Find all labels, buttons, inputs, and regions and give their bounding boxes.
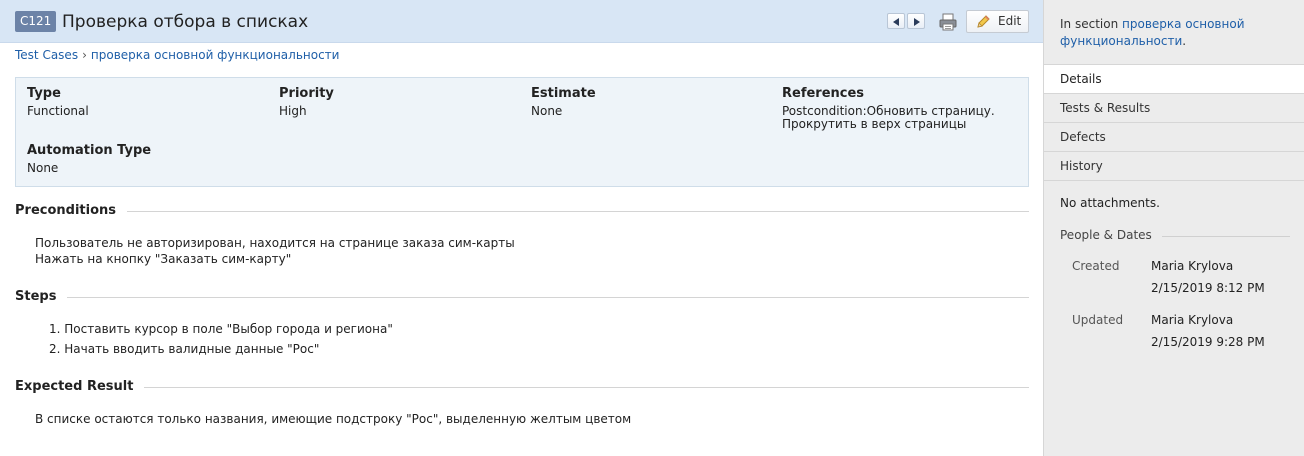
- field-estimate-label: Estimate: [531, 86, 596, 101]
- printer-icon: [939, 13, 957, 31]
- expected-result-header: Expected Result: [15, 379, 1029, 395]
- breadcrumb-separator: ›: [82, 48, 87, 62]
- preconditions-header: Preconditions: [15, 203, 1029, 219]
- updated-date: 2/15/2019 9:28 PM: [1151, 335, 1265, 349]
- people-dates-header: People & Dates: [1060, 227, 1290, 243]
- field-automation-type-label: Automation Type: [27, 143, 152, 158]
- next-case-button[interactable]: [907, 13, 925, 29]
- tabs-divider: [1044, 180, 1304, 181]
- step-item: 2. Начать вводить валидные данные "Рос": [49, 342, 320, 356]
- section-divider: [15, 211, 1029, 212]
- expected-result-text: В списке остаются только названия, имеющ…: [35, 412, 632, 426]
- preconditions-title: Preconditions: [15, 203, 128, 219]
- created-label: Created: [1072, 259, 1120, 273]
- edit-button-label: Edit: [998, 14, 1022, 28]
- field-priority-value: High: [279, 104, 307, 118]
- pencil-icon: [977, 15, 990, 28]
- title-bar: C121 Проверка отбора в списках Edit: [0, 0, 1043, 43]
- field-references-label: References: [782, 86, 865, 101]
- tab-details[interactable]: Details: [1044, 64, 1304, 93]
- section-link-line2: функциональности: [1060, 34, 1183, 48]
- fields-panel: Type Functional Priority High Estimate N…: [15, 77, 1029, 187]
- steps-header: Steps: [15, 289, 1029, 305]
- expected-result-title: Expected Result: [15, 379, 145, 395]
- main-content: C121 Проверка отбора в списках Edit Test…: [0, 0, 1043, 456]
- updated-label: Updated: [1072, 313, 1124, 327]
- breadcrumb-test-cases[interactable]: Test Cases: [15, 48, 78, 62]
- field-estimate-value: None: [531, 104, 563, 118]
- field-automation-type: Automation Type None: [27, 143, 151, 175]
- field-type: Type Functional: [27, 86, 89, 118]
- breadcrumb: Test Cases › проверка основной функциональ…: [15, 47, 339, 63]
- print-button[interactable]: [938, 12, 958, 32]
- case-id-badge: C121: [15, 11, 57, 32]
- page-title: Проверка отбора в списках: [62, 12, 309, 32]
- section-info: In section проверка основной функциональн…: [1060, 16, 1290, 50]
- section-divider: [15, 297, 1029, 298]
- section-divider: [15, 387, 1029, 388]
- field-type-value: Functional: [27, 104, 89, 118]
- section-link-line1: проверка основной: [1122, 17, 1245, 31]
- chevron-right-icon: [914, 18, 920, 26]
- field-automation-type-value: None: [27, 161, 59, 175]
- people-dates-title: People & Dates: [1060, 227, 1162, 243]
- tab-history[interactable]: History: [1044, 151, 1304, 180]
- section-info-prefix: In section: [1060, 17, 1119, 31]
- steps-title: Steps: [15, 289, 68, 305]
- tab-defects[interactable]: Defects: [1044, 122, 1304, 151]
- field-priority: Priority High: [279, 86, 334, 118]
- section-info-suffix: .: [1182, 34, 1187, 48]
- precondition-line: Пользователь не авторизирован, находится…: [35, 236, 515, 250]
- field-type-label: Type: [27, 86, 61, 101]
- created-user: Maria Krylova: [1151, 259, 1234, 273]
- sidebar: In section проверка основной функциональн…: [1043, 0, 1304, 456]
- field-priority-label: Priority: [279, 86, 334, 101]
- previous-case-button[interactable]: [887, 13, 905, 29]
- chevron-left-icon: [893, 18, 899, 26]
- field-references-value-line2: Прокрутить в верх страницы: [782, 117, 967, 131]
- step-item: 1. Поставить курсор в поле "Выбор города…: [49, 322, 393, 336]
- field-references: References Postcondition:Обновить страни…: [782, 86, 1022, 131]
- created-date: 2/15/2019 8:12 PM: [1151, 281, 1265, 295]
- breadcrumb-section[interactable]: проверка основной функциональности: [91, 48, 340, 62]
- precondition-line: Нажать на кнопку "Заказать сим-карту": [35, 252, 292, 266]
- no-attachments-text: No attachments.: [1060, 196, 1160, 210]
- edit-button[interactable]: Edit: [966, 10, 1029, 33]
- updated-user: Maria Krylova: [1151, 313, 1234, 327]
- tab-tests-results[interactable]: Tests & Results: [1044, 93, 1304, 122]
- field-estimate: Estimate None: [531, 86, 596, 118]
